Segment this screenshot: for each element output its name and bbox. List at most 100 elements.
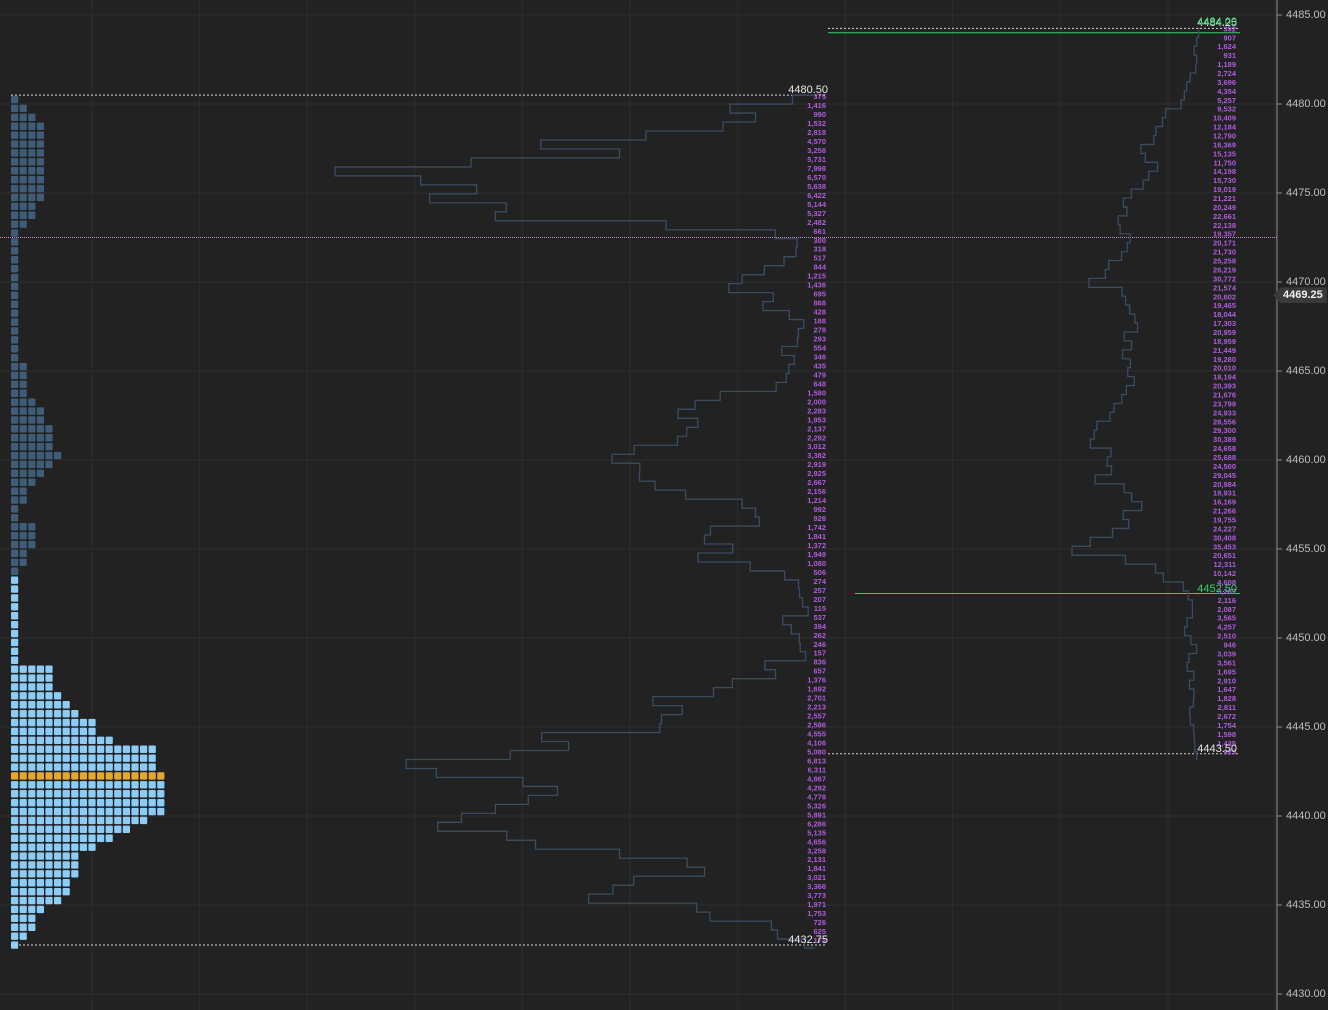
left-profile-block	[36, 798, 44, 807]
left-profile-block	[11, 389, 19, 397]
right-volume-label: 16,369	[1213, 140, 1236, 149]
left-profile-block	[19, 843, 27, 851]
left-profile-block	[36, 772, 44, 780]
left-profile-block	[45, 790, 53, 798]
left-profile-block	[11, 745, 19, 753]
left-profile-block	[71, 816, 79, 825]
left-profile-block	[62, 701, 70, 709]
right-volume-label: 20,171	[1213, 239, 1236, 248]
left-profile-block	[54, 896, 62, 905]
left-profile-block	[36, 807, 44, 816]
left-profile-block	[19, 825, 27, 834]
left-profile-block	[28, 852, 36, 860]
left-profile-block	[45, 781, 53, 789]
left-profile-block	[19, 709, 27, 718]
value-area-high-label: 4484.00	[1197, 15, 1237, 28]
left-profile-block	[28, 701, 36, 709]
right-volume-label: 12,184	[1213, 123, 1237, 132]
left-profile-block	[114, 781, 122, 789]
left-profile-block	[36, 816, 44, 825]
left-profile-block	[131, 807, 139, 816]
left-profile-block	[97, 834, 105, 842]
left-volume-label: 257	[813, 586, 826, 595]
right-volume-label: 14,198	[1213, 167, 1236, 176]
left-profile-block	[19, 380, 27, 389]
left-volume-label: 300	[813, 236, 826, 245]
left-profile-block	[71, 807, 79, 816]
left-profile-block	[19, 460, 27, 469]
left-profile-block	[36, 843, 44, 851]
left-profile-block	[11, 620, 19, 629]
left-profile-block	[19, 478, 27, 486]
left-profile-block	[36, 167, 44, 175]
left-profile-block	[36, 896, 44, 905]
left-profile-block	[114, 754, 122, 762]
left-volume-label: 1,949	[807, 550, 826, 559]
left-profile-block	[45, 451, 53, 460]
left-profile-block	[148, 745, 156, 753]
left-profile-block	[54, 451, 62, 460]
left-profile-block	[19, 745, 27, 753]
left-profile-block	[62, 861, 70, 869]
left-volume-label: 2,131	[807, 855, 826, 864]
left-profile-block	[88, 843, 96, 851]
left-profile-block	[11, 932, 19, 940]
left-profile-block	[45, 807, 53, 816]
left-profile-block	[11, 131, 19, 139]
left-profile-block	[11, 914, 19, 923]
right-volume-label: 1,754	[1217, 721, 1237, 730]
left-volume-label: 3,366	[807, 882, 826, 891]
left-profile-block	[71, 745, 79, 753]
left-volume-label: 537	[813, 613, 826, 622]
left-volume-label: 2,292	[807, 433, 826, 442]
left-profile-block	[79, 816, 87, 825]
left-volume-label: 3,773	[807, 891, 826, 900]
left-profile-block	[19, 184, 27, 193]
left-profile-block	[45, 736, 53, 745]
left-profile-block	[19, 122, 27, 130]
left-profile-block	[11, 629, 19, 638]
left-profile-block	[79, 781, 87, 789]
left-volume-label: 4,555	[807, 730, 826, 739]
left-volume-label: 2,137	[807, 424, 826, 433]
left-profile-block	[54, 870, 62, 878]
left-profile-block	[11, 754, 19, 762]
left-profile-block	[11, 540, 19, 549]
left-profile-block	[157, 772, 165, 780]
left-profile-block	[36, 745, 44, 753]
left-volume-label: 1,753	[807, 909, 826, 918]
left-profile-block	[105, 736, 113, 745]
left-volume-label: 5,731	[807, 155, 826, 164]
left-profile-block	[28, 825, 36, 834]
left-profile-block	[11, 887, 19, 896]
left-profile-block	[19, 763, 27, 771]
left-profile-block	[54, 692, 62, 700]
left-profile-block	[122, 798, 130, 807]
left-profile-block	[54, 754, 62, 762]
left-profile-block	[11, 879, 19, 887]
left-volume-label: 5,891	[807, 810, 826, 819]
right-volume-label: 4,354	[1217, 87, 1237, 96]
left-profile-block	[97, 772, 105, 780]
left-profile-block	[19, 407, 27, 415]
left-profile-block	[11, 318, 19, 326]
left-profile-block	[45, 718, 53, 727]
left-volume-label: 2,213	[807, 703, 826, 712]
left-profile-block	[79, 834, 87, 842]
left-profile-block	[97, 825, 105, 834]
left-profile-block	[36, 131, 44, 139]
left-profile-block	[62, 834, 70, 842]
left-profile-block	[54, 887, 62, 896]
left-profile-block	[28, 923, 36, 931]
right-volume-label: 20,393	[1213, 382, 1236, 391]
left-profile-block	[28, 816, 36, 825]
left-profile-block	[122, 763, 130, 771]
left-volume-label: 1,953	[807, 415, 826, 424]
left-volume-label: 318	[813, 245, 826, 254]
right-volume-label: 24,933	[1213, 408, 1236, 417]
left-profile-block	[148, 790, 156, 798]
left-profile-block	[122, 807, 130, 816]
left-volume-label: 2,482	[807, 218, 826, 227]
left-profile-block	[19, 923, 27, 931]
left-profile-block	[79, 807, 87, 816]
